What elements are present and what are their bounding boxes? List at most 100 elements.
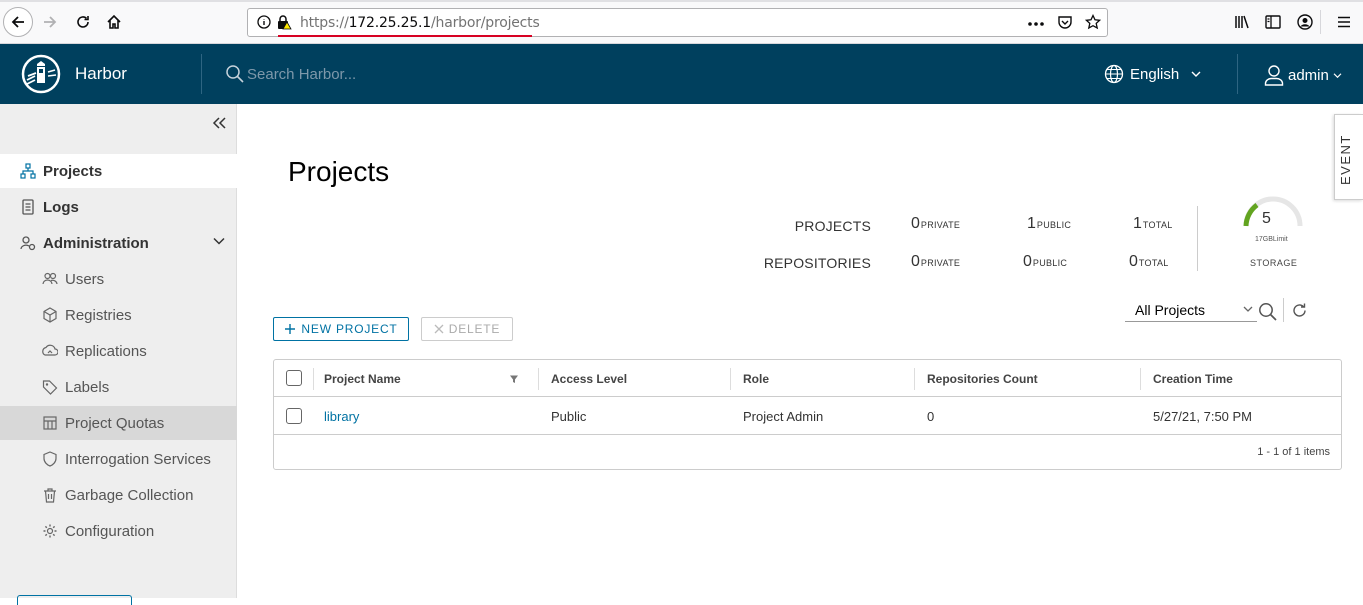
home-button[interactable] — [100, 8, 128, 36]
registries-icon — [42, 307, 58, 323]
brand-name[interactable]: Harbor — [75, 64, 127, 84]
column-header-role[interactable]: Role — [743, 372, 769, 386]
back-button[interactable] — [3, 7, 33, 37]
bookmark-star-icon[interactable] — [1085, 14, 1101, 30]
refresh-icon[interactable] — [1291, 302, 1308, 319]
menu-button[interactable] — [1330, 8, 1358, 36]
close-icon — [434, 324, 444, 334]
column-divider — [538, 368, 539, 390]
column-divider — [914, 368, 915, 390]
event-tab[interactable]: EVENT — [1334, 114, 1363, 200]
insecure-lock-icon[interactable] — [276, 14, 292, 30]
pocket-icon[interactable] — [1057, 14, 1073, 30]
sidebar-item-label: Users — [65, 270, 105, 288]
chevron-down-icon[interactable] — [213, 236, 225, 246]
more-actions-icon[interactable] — [1027, 21, 1045, 27]
sidebar-item-administration[interactable]: Administration — [0, 226, 237, 260]
sidebar-item-label: Registries — [65, 306, 132, 324]
forward-button[interactable] — [36, 8, 64, 36]
search-icon — [226, 65, 244, 83]
search-icon[interactable] — [1258, 302, 1278, 322]
sidebar-item-label: Configuration — [65, 522, 155, 540]
column-header-repositories-count[interactable]: Repositories Count — [927, 372, 1038, 386]
sidebar-item-garbage-collection[interactable]: Garbage Collection — [0, 478, 237, 512]
logs-icon — [20, 199, 36, 215]
app-header: Harbor English admin — [0, 44, 1363, 104]
filter-divider — [1283, 298, 1284, 322]
sidebar-item-label: Interrogation Services — [65, 450, 211, 468]
sidebar: Projects Logs Administration Users Regis… — [0, 104, 237, 605]
event-tab-label: EVENT — [1338, 134, 1353, 185]
table-header: Project Name Access Level Role Repositor… — [274, 360, 1341, 397]
library-icon — [1235, 15, 1249, 29]
trash-icon — [42, 487, 58, 503]
header-divider — [1237, 54, 1238, 94]
forward-arrow-icon — [44, 16, 57, 28]
role-cell: Project Admin — [743, 409, 824, 424]
reload-button[interactable] — [69, 8, 97, 36]
stats-divider — [1197, 206, 1198, 271]
sidebar-item-replications[interactable]: Replications — [0, 334, 237, 368]
address-bar[interactable]: https://172.25.25.1/harbor/projects — [247, 8, 1108, 37]
sidebar-icon — [1265, 15, 1281, 29]
toolbar-divider — [1320, 10, 1321, 34]
user-icon — [1264, 65, 1284, 86]
projects-private-count: 0PRIVATE — [911, 215, 961, 232]
url-scheme: https:// — [300, 15, 349, 31]
storage-value: 5 — [1262, 210, 1271, 227]
sidebar-item-labels[interactable]: Labels — [0, 370, 237, 404]
library-button[interactable] — [1228, 8, 1256, 36]
hamburger-icon — [1338, 16, 1350, 28]
project-name-link[interactable]: library — [324, 409, 359, 424]
search-input[interactable] — [247, 65, 547, 83]
collapse-sidebar-icon[interactable] — [210, 114, 228, 132]
creation-time-cell: 5/27/21, 7:50 PM — [1153, 409, 1253, 424]
sidebar-item-logs[interactable]: Logs — [0, 190, 237, 224]
sidebar-item-label: Administration — [43, 234, 149, 252]
sidebar-item-label: Project Quotas — [65, 414, 165, 432]
filter-value: All Projects — [1135, 302, 1206, 318]
column-header-access-level[interactable]: Access Level — [551, 372, 627, 386]
delete-button[interactable]: DELETE — [421, 317, 513, 341]
column-header-project-name[interactable]: Project Name — [324, 372, 401, 386]
sidebar-bottom-button[interactable] — [17, 595, 132, 605]
sidebar-item-registries[interactable]: Registries — [0, 298, 237, 332]
column-header-creation-time[interactable]: Creation Time — [1153, 372, 1233, 386]
globe-icon — [1104, 64, 1124, 84]
account-icon — [1297, 14, 1313, 30]
plus-icon — [285, 324, 296, 334]
new-project-label: NEW PROJECT — [301, 322, 398, 336]
select-all-checkbox[interactable] — [286, 370, 302, 386]
filter-icon[interactable] — [509, 374, 519, 384]
sidebar-toggle-button[interactable] — [1259, 8, 1287, 36]
info-icon[interactable] — [257, 15, 271, 29]
account-button[interactable] — [1291, 8, 1319, 36]
repositories-count-cell: 0 — [927, 409, 935, 424]
sidebar-item-projects[interactable]: Projects — [0, 154, 237, 188]
sidebar-item-users[interactable]: Users — [0, 262, 237, 296]
shield-icon — [42, 451, 58, 467]
sidebar-item-label: Labels — [65, 378, 110, 396]
column-divider — [730, 368, 731, 390]
url-host: 172.25.25.1 — [348, 15, 432, 31]
sidebar-item-interrogation-services[interactable]: Interrogation Services — [0, 442, 237, 476]
sidebar-item-configuration[interactable]: Configuration — [0, 514, 237, 548]
projects-total-count: 1TOTAL — [1133, 215, 1173, 232]
chevron-down-icon — [1191, 71, 1201, 77]
language-label: English — [1130, 65, 1180, 83]
repos-public-count: 0PUBLIC — [1023, 253, 1068, 270]
stat-repositories-label: REPOSITORIES — [763, 255, 871, 271]
harbor-logo-icon[interactable] — [21, 54, 61, 94]
row-checkbox[interactable] — [286, 408, 302, 424]
language-selector[interactable]: English — [1104, 64, 1201, 84]
sidebar-item-label: Garbage Collection — [65, 486, 194, 504]
sidebar-item-label: Projects — [43, 162, 103, 180]
chevron-down-icon — [1243, 306, 1253, 312]
new-project-button[interactable]: NEW PROJECT — [273, 317, 409, 341]
project-filter-select[interactable]: All Projects — [1125, 300, 1257, 322]
sidebar-item-project-quotas[interactable]: Project Quotas — [0, 406, 237, 440]
global-search[interactable] — [225, 64, 547, 84]
tab-strip-edge — [0, 0, 1363, 2]
user-menu[interactable]: admin — [1264, 64, 1342, 86]
users-icon — [42, 271, 58, 287]
